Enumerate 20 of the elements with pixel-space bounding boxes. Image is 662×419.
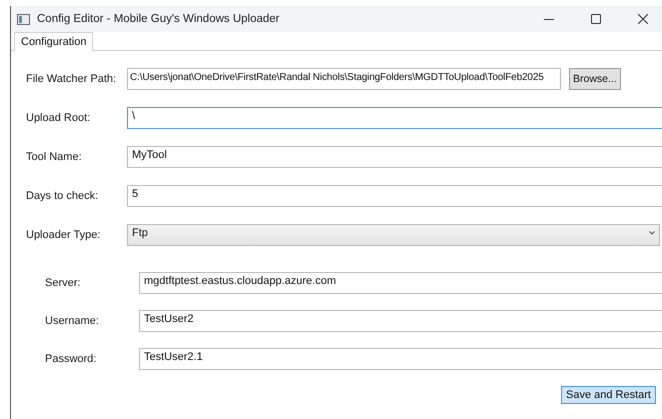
configuration-tab[interactable]: Configuration	[14, 32, 94, 51]
field-label: Password:	[44, 353, 98, 365]
text-field[interactable]: MyTool	[127, 146, 662, 168]
field-label: Username:	[44, 315, 100, 327]
path-field[interactable]: C:\Users\jonat\OneDrive\FirstRate\Randal Nichols\StagingFolders\MGDTToUpload\ToolFeb2025	[127, 68, 561, 90]
field-label: Server:	[44, 277, 82, 289]
field-label: File Watcher Path:	[26, 72, 118, 84]
text-field[interactable]: TestUser2	[139, 310, 662, 332]
field-label: Uploader Type:	[26, 228, 102, 240]
text-field[interactable]: 5	[127, 184, 662, 206]
field-label: Tool Name:	[26, 150, 83, 162]
text-field[interactable]: TestUser2.1	[139, 348, 662, 370]
text-field[interactable]: mgdtftptest.eastus.cloudapp.azure.com	[139, 272, 662, 294]
browse-button[interactable]: Browse...	[569, 68, 621, 90]
field-label: Upload Root:	[26, 112, 92, 124]
text-field[interactable]: \	[127, 106, 662, 128]
window-title: Config Editor - Mobile Guy's Windows Uploader	[37, 13, 281, 25]
field-label: Days to check:	[26, 190, 100, 202]
save-and-restart-button[interactable]: Save and Restart	[561, 386, 656, 404]
uploader-type-dropdown[interactable]: Ftp	[127, 224, 660, 246]
